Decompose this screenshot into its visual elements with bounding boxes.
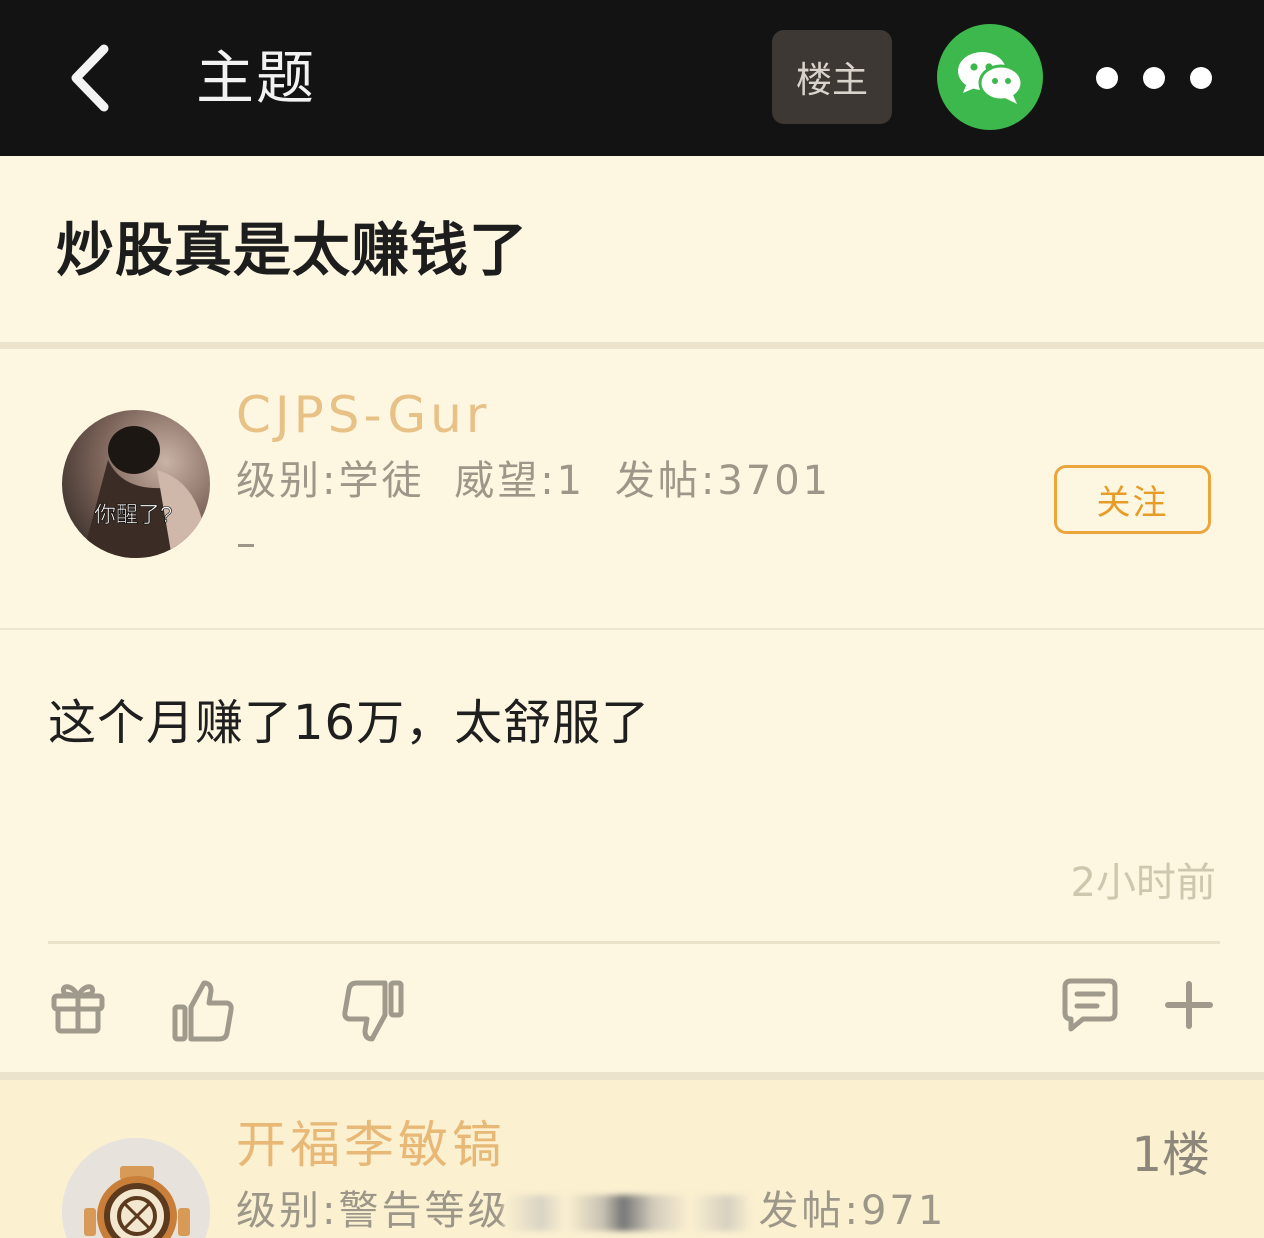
reply-floor-number: 1楼 [1131, 1127, 1210, 1183]
like-button[interactable] [170, 976, 236, 1044]
author-prestige: 威望:1 [454, 458, 586, 504]
gift-icon [51, 984, 105, 1034]
avatar-caption: 你醒了? [94, 502, 172, 527]
header-divider [0, 628, 1264, 630]
only-op-button[interactable]: 楼主 [772, 30, 892, 124]
wechat-share-button[interactable] [937, 24, 1043, 130]
thread-title: 炒股真是太赚钱了 [56, 216, 529, 284]
reply-level: 级别:警告等级 [236, 1188, 511, 1234]
gift-button[interactable] [46, 975, 110, 1039]
wechat-icon [958, 52, 1024, 104]
top-bar: 主题 楼主 [0, 0, 1264, 156]
comment-button[interactable] [1060, 976, 1120, 1034]
more-dot [1143, 67, 1165, 89]
more-dots-icon [1096, 67, 1118, 89]
reply-username[interactable]: 开福李敏镐 [236, 1112, 506, 1178]
back-button[interactable] [56, 38, 126, 118]
reply-post-count: 发帖:971 [758, 1188, 947, 1234]
author-post-count: 发帖:3701 [614, 458, 832, 504]
follow-button[interactable]: 关注 [1054, 465, 1211, 534]
plus-icon [1165, 981, 1213, 1029]
chevron-left-icon [71, 44, 109, 112]
reply-stats: 级别:警告等级 发帖:971 [236, 1182, 946, 1238]
author-avatar[interactable]: 你醒了? [62, 410, 210, 558]
post-content: 这个月赚了16万，太舒服了 [48, 695, 651, 751]
dislike-button[interactable] [340, 978, 406, 1046]
more-options-button[interactable] [1096, 56, 1212, 100]
actions-divider [48, 941, 1220, 944]
author-username[interactable]: CJPS-Gur [236, 382, 490, 448]
post-timestamp: 2小时前 [1070, 860, 1216, 906]
page-title: 主题 [196, 44, 317, 112]
redacted-info [504, 1195, 753, 1231]
author-stats: 级别:学徒 威望:1 发帖:3701 [236, 452, 845, 510]
thumbs-down-icon [342, 980, 404, 1042]
comment-icon [1062, 978, 1118, 1032]
signature-dash [238, 544, 254, 547]
author-level: 级别:学徒 [236, 458, 425, 504]
post-divider [0, 1072, 1264, 1080]
more-dot [1190, 67, 1212, 89]
avatar-image: 你醒了? [62, 410, 210, 558]
section-divider [0, 342, 1264, 349]
thumbs-up-icon [172, 980, 234, 1042]
add-button[interactable] [1162, 978, 1216, 1032]
